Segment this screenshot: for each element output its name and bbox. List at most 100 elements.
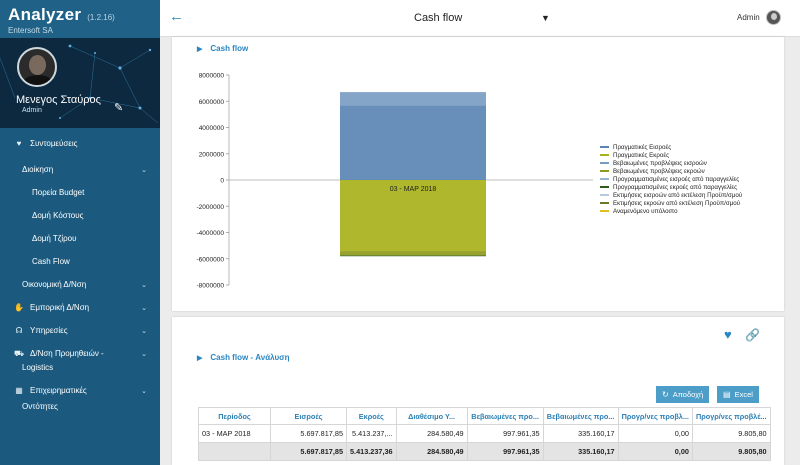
cash-flow-analysis-card: ♥ 🔗 ▶ Cash flow - Ανάλυση ↻ Αποδοχή ▤ Excel…	[172, 317, 784, 465]
sidebar-item-label: Δομή Τζίρου	[32, 234, 77, 243]
analysis-section-title[interactable]: ▶ Cash flow - Ανάλυση	[197, 353, 289, 362]
link-icon[interactable]: 🔗	[745, 328, 760, 342]
sidebar-item-label: Cash Flow	[32, 257, 70, 266]
legend-item[interactable]: Πραγματικές Εκροές	[600, 151, 742, 159]
refresh-icon: ↻	[662, 390, 669, 399]
column-header[interactable]: Προγρ/νες προβλ...	[617, 407, 693, 425]
section-title-text: Cash flow - Ανάλυση	[210, 353, 290, 362]
topbar: ← Cash flow ▼ Admin	[160, 0, 800, 37]
legend-item[interactable]: Προγραμματισμένες εισροές από παραγγελίε…	[600, 175, 742, 183]
sidebar-item-label: Οικονομική Δ/Νση	[22, 280, 87, 289]
excel-export-button[interactable]: ▤ Excel	[717, 386, 759, 403]
sidebar-item-financial[interactable]: Οικονομική Δ/Νση ⌄	[0, 273, 160, 296]
y-tick-label: 4000000	[199, 125, 225, 132]
app-name: Analyzer	[8, 5, 82, 24]
sidebar-item-label: Logistics	[22, 362, 54, 372]
legend-label: Βεβαιωμένες προβλέψεις εισροών	[613, 159, 707, 167]
table-cell: 5.413.237,36	[346, 442, 397, 461]
column-header[interactable]: Διαθέσιμο Υ...	[395, 407, 468, 425]
chevron-down-icon: ⌄	[141, 281, 147, 289]
sidebar-menu: ♥ Συντομεύσεις Διοίκηση ⌄ Πορεία Budget …	[0, 128, 160, 414]
table-cell: 5.697.817,85	[270, 442, 347, 461]
back-arrow-icon[interactable]: ←	[169, 8, 184, 25]
heart-icon[interactable]: ♥	[724, 327, 732, 342]
column-header[interactable]: Βεβαιωμένες προ...	[466, 407, 544, 425]
table-cell: 03 - ΜΑΡ 2018	[198, 424, 271, 443]
column-header[interactable]: Εισροές	[270, 407, 347, 425]
column-header[interactable]: Εκροές	[346, 407, 397, 425]
table-cell: 997.961,35	[466, 442, 544, 461]
sidebar-item-cost-structure[interactable]: Δομή Κόστους	[0, 204, 160, 227]
legend-label: Πραγματικές Εκροές	[613, 151, 670, 159]
y-tick-label: 8000000	[199, 73, 225, 80]
y-tick-label: -2000000	[197, 204, 225, 211]
bar-segment	[340, 255, 486, 257]
table-cell: 335.160,17	[542, 442, 619, 461]
document-icon: ▤	[723, 390, 731, 399]
category-label: 03 - ΜΑΡ 2018	[390, 186, 437, 193]
legend-item[interactable]: Βεβαιωμένες προβλέψεις εισροών	[600, 159, 742, 167]
legend-label: Προγραμματισμένες εκροές από παραγγελίες	[613, 183, 738, 191]
y-tick-label: 0	[220, 178, 224, 185]
page-selector[interactable]: Cash flow	[414, 12, 462, 24]
caret-down-icon[interactable]: ▼	[541, 13, 550, 23]
column-header[interactable]: Βεβαιωμένες προ...	[542, 407, 619, 425]
legend-item[interactable]: Πραγματικές Εισροές	[600, 143, 742, 151]
sidebar-item-turnover-structure[interactable]: Δομή Τζίρου	[0, 227, 160, 250]
y-tick-label: -4000000	[197, 230, 225, 237]
legend-item[interactable]: Βεβαιωμένες προβλέψεις εκροών	[600, 167, 742, 175]
y-tick-label: 2000000	[199, 151, 225, 158]
excel-button-label: Excel	[734, 390, 753, 399]
caret-right-icon: ▶	[197, 355, 203, 362]
chevron-down-icon: ⌄	[141, 166, 147, 174]
chart-legend: Πραγματικές Εισροές Πραγματικές Εκροές Βεβ…	[600, 143, 742, 215]
table-row[interactable]: 03 - ΜΑΡ 2018 5.697.817,85 5.413.237,...…	[198, 424, 771, 443]
sidebar-item-shortcuts[interactable]: ♥ Συντομεύσεις	[0, 128, 160, 158]
table-cell: 284.580,49	[395, 442, 468, 461]
sidebar-item-label: Υπηρεσίες	[30, 326, 68, 335]
legend-label: Πραγματικές Εισροές	[613, 143, 672, 151]
sidebar-item-label: Πορεία Budget	[32, 188, 85, 197]
sidebar-item-label: Δομή Κόστους	[32, 211, 84, 220]
sidebar-item-label: Εμπορική Δ/Νση	[30, 303, 90, 312]
user-avatar	[17, 47, 57, 87]
chevron-down-icon: ⌄	[141, 350, 147, 358]
accept-button[interactable]: ↻ Αποδοχή	[656, 386, 710, 403]
brand-header: Analyzer (1.2.16) Entersoft SA	[0, 0, 160, 38]
sidebar-item-entities-2[interactable]: Οντότητες	[0, 398, 160, 414]
heart-icon: ♥	[16, 138, 22, 148]
cash-flow-chart-card: ▶ Cash flow 8000000 6000000 4000000 2000000 0…	[172, 37, 784, 311]
user-name: Μενεγος Σταύρος	[16, 94, 101, 106]
table-cell: 5.413.237,...	[346, 424, 397, 443]
table-cell: 9.805,80	[691, 424, 771, 443]
table-cell: 0,00	[617, 442, 693, 461]
bar-segment	[340, 251, 486, 256]
legend-item[interactable]: Εκτιμήσεις εισροών από εκτέλεση Προϋπ/σμ…	[600, 191, 742, 199]
legend-item[interactable]: Προγραμματισμένες εκροές από παραγγελίες	[600, 183, 742, 191]
topbar-user-name[interactable]: Admin	[737, 13, 760, 22]
table-total-row: 5.697.817,85 5.413.237,36 284.580,49 997…	[198, 442, 771, 461]
sidebar-item-services[interactable]: ☊ Υπηρεσίες ⌄	[0, 319, 160, 342]
column-header[interactable]: Προγρ/νες προβλέ...	[691, 407, 771, 425]
sidebar-item-commercial[interactable]: ✋ Εμπορική Δ/Νση ⌄	[0, 296, 160, 319]
edit-profile-icon[interactable]: ✎	[114, 101, 123, 114]
bar-segment	[340, 92, 486, 106]
avatar[interactable]	[766, 10, 781, 25]
sidebar-item-logistics[interactable]: Logistics	[0, 359, 160, 375]
legend-swatch	[600, 146, 609, 148]
sidebar-item-cash-flow[interactable]: Cash Flow	[0, 250, 160, 273]
user-profile: Μενεγος Σταύρος Admin ✎	[0, 38, 160, 128]
legend-label: Εκτιμήσεις εκροών από εκτέλεση Προϋπ/σμο…	[613, 199, 741, 207]
legend-item[interactable]: Αναμενόμενο υπόλοιπο	[600, 207, 742, 215]
column-header[interactable]: Περίοδος	[198, 407, 271, 425]
legend-swatch	[600, 178, 609, 180]
sidebar-item-budget[interactable]: Πορεία Budget	[0, 181, 160, 204]
sidebar-item-label: Συντομεύσεις	[30, 138, 78, 148]
sidebar-item-management[interactable]: Διοίκηση ⌄	[0, 158, 160, 181]
table-cell: 284.580,49	[395, 424, 468, 443]
sidebar-item-label: Επιχειρηματικές	[30, 386, 87, 395]
legend-item[interactable]: Εκτιμήσεις εκροών από εκτέλεση Προϋπ/σμο…	[600, 199, 742, 207]
y-tick-label: -6000000	[197, 256, 225, 263]
sidebar-item-label: Οντότητες	[22, 401, 58, 411]
chevron-down-icon: ⌄	[141, 327, 147, 335]
